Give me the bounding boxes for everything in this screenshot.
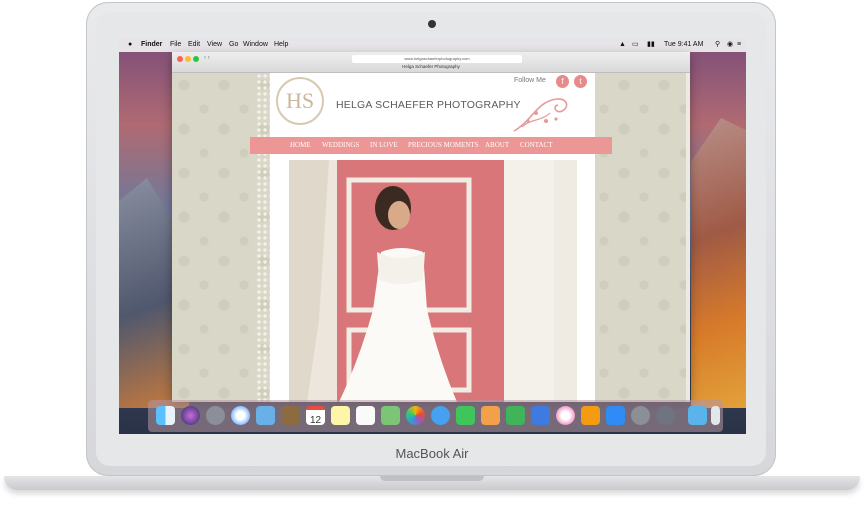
wifi-icon[interactable]: ▲: [619, 38, 626, 52]
nav-contact[interactable]: CONTACT: [520, 141, 553, 149]
unknown-app-icon[interactable]: [656, 406, 675, 425]
bride-photo: [289, 160, 577, 402]
camera-icon: [428, 20, 436, 28]
menu-help[interactable]: Help: [274, 38, 288, 52]
nav-about[interactable]: ABOUT: [485, 141, 509, 149]
minimize-icon[interactable]: [185, 56, 191, 62]
back-forward-icon[interactable]: ‹ ›: [204, 55, 210, 61]
mail-icon[interactable]: [256, 406, 275, 425]
maps-icon[interactable]: [381, 406, 400, 425]
nav-weddings[interactable]: WEDDINGS: [322, 141, 359, 149]
facetime-icon[interactable]: [456, 406, 475, 425]
pages-icon[interactable]: [481, 406, 500, 425]
logo-monogram[interactable]: HS: [276, 77, 324, 125]
notes-icon[interactable]: [331, 406, 350, 425]
app-store-icon[interactable]: [606, 406, 625, 425]
close-icon[interactable]: [177, 56, 183, 62]
laptop-hinge-notch: [380, 476, 484, 481]
scrollbar[interactable]: [686, 73, 690, 402]
menu-bar: ● Finder File Edit View Go Window Help ▲…: [119, 38, 746, 52]
menu-clock[interactable]: Tue 9:41 AM: [664, 38, 703, 52]
siri-menu-icon[interactable]: ◉: [727, 38, 733, 52]
calendar-icon[interactable]: 12: [306, 406, 325, 426]
browser-window: ‹ › www.helgaschaeferphotography.com Hel…: [172, 52, 690, 402]
follow-label: Follow Me: [514, 77, 546, 84]
laptop-brand-label: MacBook Air: [395, 446, 469, 461]
keynote-icon[interactable]: [531, 406, 550, 425]
nav-in-love[interactable]: IN LOVE: [370, 141, 398, 149]
menu-view[interactable]: View: [207, 38, 222, 52]
website-viewport: HS HELGA SCHAEFER PHOTOGRAPHY Follow Me …: [172, 73, 690, 402]
nav-precious-moments[interactable]: PRECIOUS MOMENTS: [408, 141, 479, 149]
menu-edit[interactable]: Edit: [188, 38, 200, 52]
address-bar[interactable]: www.helgaschaeferphotography.com: [352, 55, 522, 63]
airplay-icon[interactable]: ▭: [632, 38, 639, 52]
finder-icon[interactable]: [156, 406, 175, 425]
siri-icon[interactable]: [181, 406, 200, 425]
main-navigation: HOME WEDDINGS IN LOVE PRECIOUS MOMENTS A…: [250, 137, 612, 154]
reminders-icon[interactable]: [356, 406, 375, 425]
launchpad-icon[interactable]: [206, 406, 225, 425]
battery-icon[interactable]: ▮▮: [647, 38, 655, 52]
contacts-icon[interactable]: [281, 406, 300, 425]
messages-icon[interactable]: [431, 406, 450, 425]
notification-center-icon[interactable]: ≡: [737, 38, 741, 52]
nav-home[interactable]: HOME: [290, 141, 311, 149]
lace-border: [256, 73, 270, 402]
ibooks-icon[interactable]: [581, 406, 600, 425]
wallpaper-mountain-right: [691, 118, 746, 408]
photos-icon[interactable]: [406, 406, 425, 425]
menu-file[interactable]: File: [170, 38, 181, 52]
search-icon[interactable]: ⚲: [715, 38, 720, 52]
menu-go[interactable]: Go: [229, 38, 238, 52]
menu-app-name[interactable]: Finder: [141, 38, 162, 52]
zoom-icon[interactable]: [193, 56, 199, 62]
desktop-screen: ● Finder File Edit View Go Window Help ▲…: [119, 38, 746, 434]
twitter-icon[interactable]: t: [574, 75, 587, 88]
system-preferences-icon[interactable]: [631, 406, 650, 425]
floral-ornament-icon: [513, 98, 568, 132]
tab-title[interactable]: Helga Schaefer Photography: [172, 64, 690, 69]
folder-icon[interactable]: [688, 406, 707, 425]
menu-window[interactable]: Window: [243, 38, 268, 52]
trash-icon[interactable]: [711, 406, 720, 425]
safari-icon[interactable]: [231, 406, 250, 425]
dock: 12: [148, 400, 723, 432]
facebook-icon[interactable]: f: [556, 75, 569, 88]
numbers-icon[interactable]: [506, 406, 525, 425]
site-title[interactable]: HELGA SCHAEFER PHOTOGRAPHY: [336, 99, 521, 111]
browser-toolbar: ‹ › www.helgaschaeferphotography.com Hel…: [172, 52, 690, 73]
itunes-icon[interactable]: [556, 406, 575, 425]
apple-icon[interactable]: ●: [128, 38, 132, 52]
